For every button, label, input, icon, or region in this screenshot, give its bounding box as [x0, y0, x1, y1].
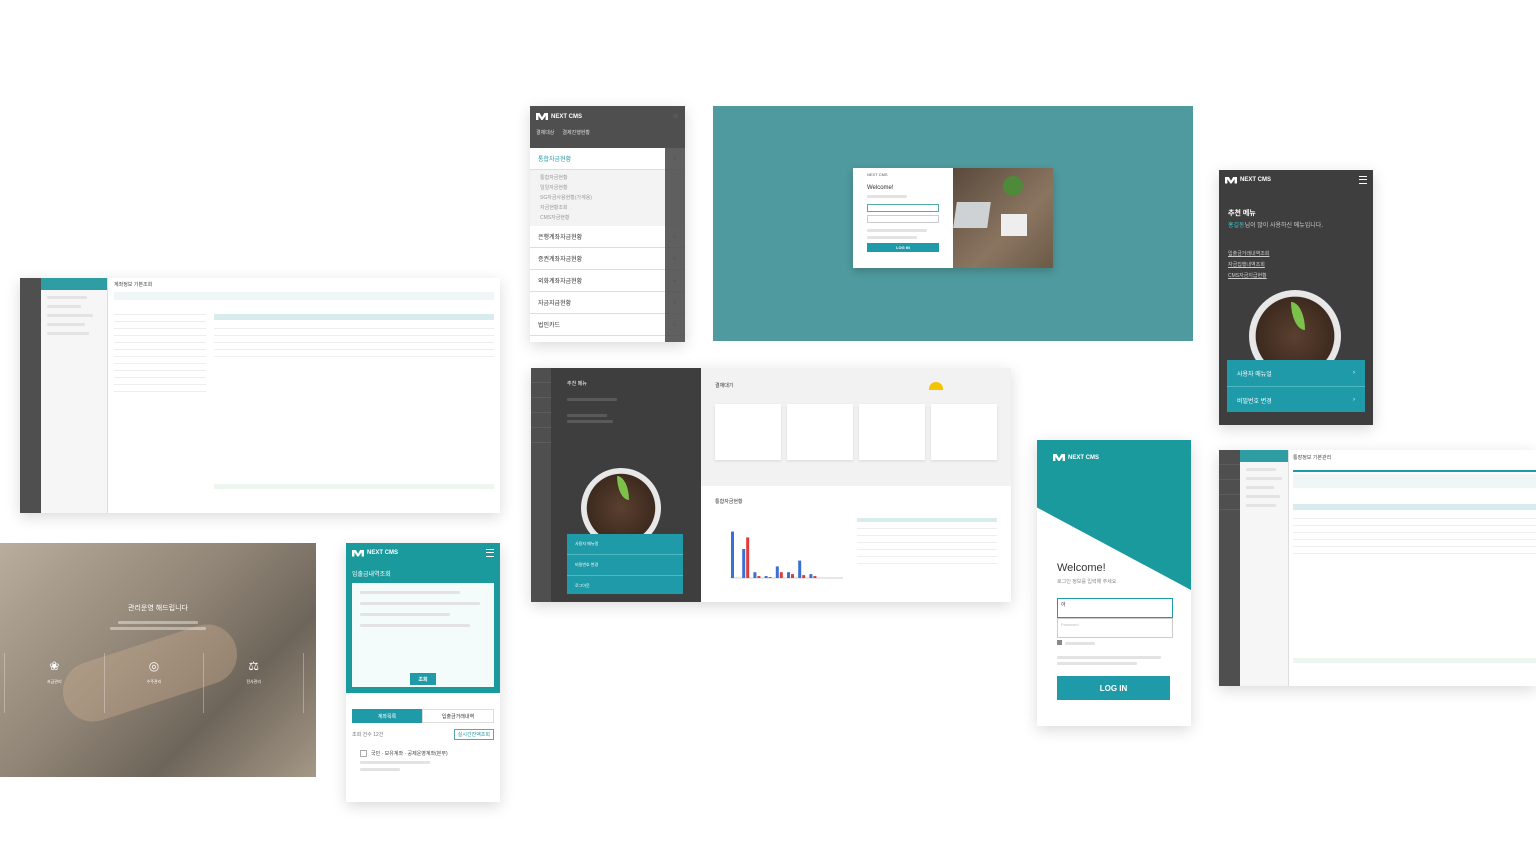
dash-password-button[interactable]: 비밀번호 변경: [567, 555, 683, 576]
chart-bar: [779, 572, 783, 578]
password-input[interactable]: [867, 215, 939, 223]
sub-item[interactable]: CMS자금현황: [540, 214, 675, 224]
chart-bar: [813, 576, 817, 578]
logo-icon: [1225, 176, 1237, 184]
account-row: 국민 · 보유계좌 · 공제운영계좌(본부): [371, 751, 448, 757]
recommend-link[interactable]: 입출금거래내역조회: [1228, 250, 1269, 261]
hamburger-icon[interactable]: [486, 549, 494, 557]
chart-bar: [757, 576, 761, 578]
lamp-icon: [929, 382, 943, 390]
logo-icon: [352, 549, 364, 557]
handshake-banner: 관리운영 해드립니다 ❀ 자금관리 ◎ 수주관리 ⚖ 전사관리: [0, 543, 316, 777]
sub-item[interactable]: 자금현황조회: [540, 204, 675, 214]
dashboard-menu-title: 추천 메뉴: [567, 381, 587, 387]
chart-bar: [753, 572, 757, 578]
tab-account-list[interactable]: 계좌목록: [352, 709, 422, 723]
menu-item[interactable]: 자금지급현황+: [530, 292, 685, 314]
tab-approval[interactable]: 결제대상: [536, 129, 554, 136]
admin-screen-right: 통장정보 기본관리: [1219, 450, 1536, 686]
fund-icon: ❀: [49, 659, 60, 673]
chart-bar: [731, 531, 734, 578]
login-title: Welcome!: [867, 185, 894, 191]
inquiry-title: 입출금내역조회: [352, 572, 391, 578]
login-subtitle: 로그인 정보를 입력해 주세요.: [1057, 579, 1118, 585]
chevron-right-icon: ›: [1353, 370, 1355, 376]
id-input[interactable]: [867, 204, 939, 212]
sub-item[interactable]: 일일자금현황: [540, 184, 675, 194]
order-icon: ◎: [148, 659, 160, 673]
recommend-title: 추천 메뉴: [1228, 210, 1256, 217]
admin-title: 계좌정보 기본조회: [114, 282, 153, 288]
mobile-inquiry-screen: NEXT CMS 입출금내역조회 조회 계좌목록 입출금거래내역 조회 건수 1…: [346, 543, 500, 802]
id-input[interactable]: 아: [1057, 598, 1173, 618]
logo-icon: [1053, 454, 1065, 461]
admin-title: 통장정보 기본관리: [1293, 455, 1332, 461]
admin-sidebar: [20, 278, 41, 513]
mobile-menu-screen: NEXT CMS ✕ 결제대상 결제진행현황 통합자금현황+ 통합자금현황 일일…: [530, 106, 685, 342]
chart-title: 통합자금현황: [715, 499, 743, 505]
chart-bar: [809, 574, 813, 578]
menu-item-open[interactable]: 통합자금현황+: [530, 148, 685, 170]
sub-item[interactable]: SG자금사용현황(가계용): [540, 194, 675, 204]
dash-manual-button[interactable]: 사용자 매뉴얼: [567, 534, 683, 555]
chart-bar: [764, 576, 768, 578]
menu-item[interactable]: 외화계좌자금현황+: [530, 270, 685, 292]
row-checkbox[interactable]: [360, 750, 367, 757]
login-button[interactable]: LOG IN: [1057, 676, 1170, 700]
chart-bar: [742, 549, 746, 578]
chevron-right-icon: ›: [1353, 397, 1355, 403]
login-wide-screen: NEXT CMS Welcome! LOG IN: [713, 106, 1193, 341]
user-manual-button[interactable]: 사용자 매뉴얼 ›: [1227, 360, 1365, 387]
remember-checkbox[interactable]: [1057, 640, 1062, 645]
sub-item[interactable]: 통합자금현황: [540, 174, 675, 184]
chart-bar: [787, 572, 790, 578]
approval-title: 결재대기: [715, 383, 734, 389]
chart-bar: [798, 560, 802, 578]
password-input[interactable]: Password: [1057, 618, 1173, 638]
recommend-link[interactable]: 자금집행내역조회: [1228, 261, 1269, 272]
desk-photo: [953, 168, 1053, 268]
chart-bar: [746, 537, 750, 578]
fund-bar-chart: [731, 531, 843, 579]
chart-bar: [802, 575, 806, 578]
hamburger-icon[interactable]: [1359, 176, 1367, 184]
search-button[interactable]: 조회: [410, 673, 436, 685]
logo-icon: [536, 113, 548, 120]
chart-bar: [775, 566, 779, 578]
menu-item[interactable]: 증권계좌자금현황+: [530, 248, 685, 270]
dashboard-screen: 추천 메뉴 사용자 매뉴얼 비밀번호 변경 로그아웃 결재대기 통합자금현황: [531, 368, 1011, 602]
banner-title: 관리운영 해드립니다: [128, 605, 188, 612]
dash-logout-button[interactable]: 로그아웃: [567, 576, 683, 595]
login-title: Welcome!: [1057, 562, 1106, 574]
user-name: 홍길동: [1228, 223, 1245, 229]
admin-side-panel: [41, 278, 108, 513]
realtime-balance-button[interactable]: 실시간잔액조회: [453, 729, 494, 740]
change-password-button[interactable]: 비밀번호 변경 ›: [1227, 387, 1365, 413]
chart-bar: [768, 577, 772, 578]
tab-approval-status[interactable]: 결제진행현황: [562, 129, 590, 136]
login-mobile-screen: NEXT CMS Welcome! 로그인 정보를 입력해 주세요. 아 Pas…: [1037, 440, 1191, 726]
scale-icon: ⚖: [248, 659, 260, 673]
recommend-link[interactable]: CMS자금지급현황: [1228, 272, 1269, 283]
login-button[interactable]: LOG IN: [867, 243, 939, 252]
brand-logo: NEXT CMS ✕: [536, 112, 679, 121]
result-count: 조회 건수 12건: [352, 732, 384, 738]
recommend-screen: NEXT CMS 추천 메뉴 홍길동님이 많이 사용하신 메뉴입니다. 입출금거…: [1219, 170, 1373, 425]
admin-screen-left: 계좌정보 기본조회: [20, 278, 500, 513]
chart-bar: [791, 574, 794, 578]
menu-item[interactable]: 법인카드+: [530, 314, 685, 336]
menu-item[interactable]: 은행계좌자금현황+: [530, 226, 685, 248]
tab-transactions[interactable]: 입출금거래내역: [422, 709, 494, 723]
